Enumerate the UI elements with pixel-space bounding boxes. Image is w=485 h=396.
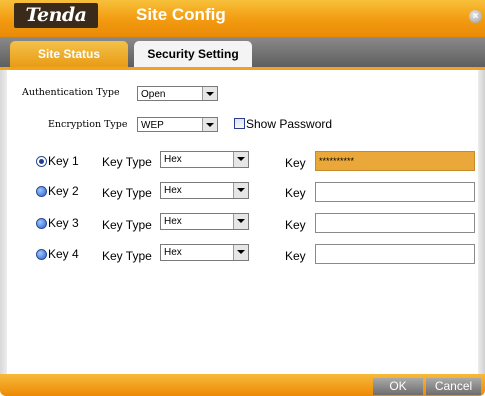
key2-key-label: Key xyxy=(285,186,306,200)
left-border xyxy=(0,70,7,374)
key2-input[interactable] xyxy=(315,182,475,202)
key1-radio[interactable] xyxy=(36,156,47,167)
key1-type-value: Hex xyxy=(164,154,182,165)
authentication-type-value: Open xyxy=(141,89,166,100)
key4-type-label: Key Type xyxy=(102,249,152,263)
key3-input[interactable] xyxy=(315,213,475,233)
key4-type-select[interactable]: Hex xyxy=(160,244,249,261)
key2-type-value: Hex xyxy=(164,185,182,196)
chevron-down-icon xyxy=(233,214,248,229)
key1-input[interactable]: ********** xyxy=(315,151,475,171)
cancel-button[interactable]: Cancel xyxy=(426,378,481,395)
chevron-down-icon xyxy=(202,87,217,100)
chevron-down-icon xyxy=(233,152,248,167)
chevron-down-icon xyxy=(233,245,248,260)
key3-type-select[interactable]: Hex xyxy=(160,213,249,230)
key3-key-label: Key xyxy=(285,218,306,232)
window-title: Site Config xyxy=(136,5,226,24)
encryption-type-label: Encryption Type xyxy=(48,119,128,130)
key4-key-label: Key xyxy=(285,249,306,263)
key3-radio[interactable] xyxy=(36,218,47,229)
close-icon[interactable]: × xyxy=(469,10,482,23)
key1-type-select[interactable]: Hex xyxy=(160,151,249,168)
tenda-logo: Tenda xyxy=(14,3,98,28)
chevron-down-icon xyxy=(202,118,217,131)
key4-radio[interactable] xyxy=(36,249,47,260)
title-bar: Tenda Site Config × xyxy=(0,0,485,37)
key3-type-label: Key Type xyxy=(102,218,152,232)
show-password-label: Show Password xyxy=(246,117,333,131)
authentication-type-select[interactable]: Open xyxy=(137,86,218,101)
key2-type-select[interactable]: Hex xyxy=(160,182,249,199)
site-config-window: Tenda Site Config × Site Status Security… xyxy=(0,0,485,396)
tab-site-status[interactable]: Site Status xyxy=(10,41,128,67)
key1-type-label: Key Type xyxy=(102,155,152,169)
key3-type-value: Hex xyxy=(164,216,182,227)
key2-label: Key 2 xyxy=(48,184,79,198)
key4-input[interactable] xyxy=(315,244,475,264)
key2-type-label: Key Type xyxy=(102,186,152,200)
right-border xyxy=(478,70,485,374)
tab-security-setting[interactable]: Security Setting xyxy=(134,41,252,67)
key1-label: Key 1 xyxy=(48,154,79,168)
show-password-checkbox[interactable] xyxy=(234,118,245,129)
key4-type-value: Hex xyxy=(164,247,182,258)
key3-label: Key 3 xyxy=(48,216,79,230)
key4-label: Key 4 xyxy=(48,247,79,261)
encryption-type-select[interactable]: WEP xyxy=(137,117,218,132)
tab-strip: Site Status Security Setting xyxy=(0,37,485,67)
chevron-down-icon xyxy=(233,183,248,198)
key1-key-label: Key xyxy=(285,156,306,170)
tab-underline xyxy=(0,67,485,70)
encryption-type-value: WEP xyxy=(141,120,164,131)
key2-radio[interactable] xyxy=(36,186,47,197)
authentication-type-label: Authentication Type xyxy=(22,87,120,98)
ok-button[interactable]: OK xyxy=(373,378,423,395)
